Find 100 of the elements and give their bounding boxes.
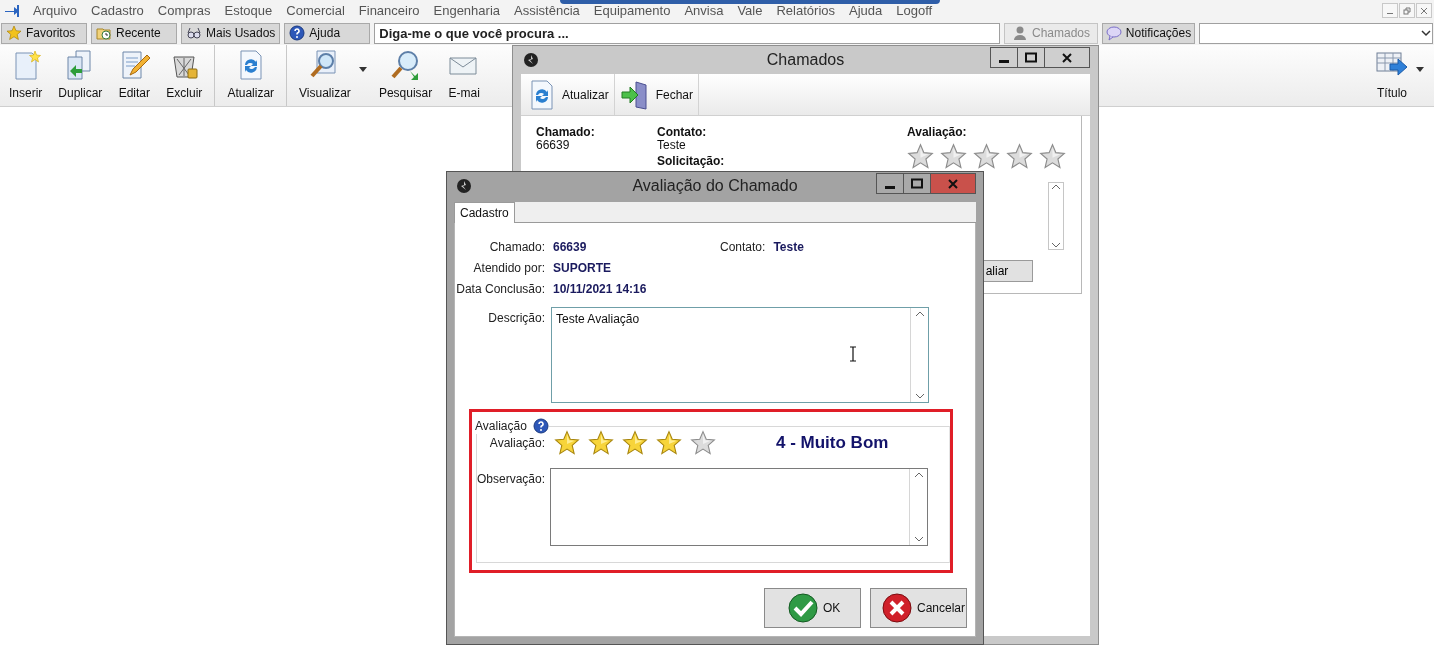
scroll-down-icon[interactable]: [913, 535, 924, 543]
toolbar-button[interactable]: Excluir: [158, 45, 211, 106]
speech-bubble-icon: [1105, 25, 1122, 41]
scroll-up-icon[interactable]: [913, 471, 924, 479]
field-label: Chamado:: [536, 126, 596, 139]
menu-item[interactable]: Comercial: [279, 3, 352, 18]
field-label: Atendido por:: [472, 260, 545, 275]
star-icon[interactable]: [1039, 143, 1066, 170]
minimize-icon: [885, 185, 895, 189]
quick-access-button[interactable]: Favoritos: [1, 22, 87, 44]
cross-icon: [881, 592, 913, 624]
field-value: 66639: [536, 139, 571, 152]
menu-item[interactable]: Engenharia: [426, 3, 507, 18]
clock-folder-icon: [96, 25, 112, 41]
check-icon: [787, 592, 819, 624]
menu-item[interactable]: Cadastro: [84, 3, 151, 18]
observation-field[interactable]: [550, 468, 928, 546]
star-rating[interactable]: [554, 430, 716, 456]
ok-button[interactable]: OK: [764, 588, 861, 628]
toolbar-button[interactable]: Editar: [110, 45, 159, 106]
description-field[interactable]: Teste Avaliação: [551, 307, 929, 403]
field-label: Contato:: [720, 239, 766, 254]
scroll-up-icon[interactable]: [914, 310, 925, 318]
help-icon: [289, 25, 306, 41]
close-button[interactable]: [930, 173, 976, 194]
minimize-icon: [999, 59, 1009, 63]
caret-icon[interactable]: [358, 67, 367, 73]
star-icon[interactable]: [588, 430, 614, 456]
menu-item[interactable]: Ajuda: [842, 3, 890, 18]
caret-icon: [1420, 27, 1432, 39]
field-label: Descrição:: [487, 310, 545, 327]
toolbar-button[interactable]: Visualizar: [286, 45, 371, 106]
toolbar-button[interactable]: E-mai: [440, 45, 489, 106]
star-icon[interactable]: [1006, 143, 1033, 170]
maximize-icon: [911, 177, 923, 190]
notifications-button[interactable]: Notificações: [1102, 22, 1195, 44]
field-value: Teste: [657, 139, 687, 152]
maximize-button[interactable]: [1017, 47, 1045, 68]
field-label: Chamado:: [488, 239, 545, 254]
maximize-button[interactable]: [903, 173, 931, 194]
field-label: Avaliação:: [907, 126, 968, 139]
star-icon[interactable]: [554, 430, 580, 456]
scroll-down-icon[interactable]: [1051, 241, 1061, 249]
close-icon: [1420, 6, 1428, 15]
text-cursor-icon: [849, 346, 857, 362]
menu-item[interactable]: Arquivo: [26, 3, 85, 18]
star-icon[interactable]: [973, 143, 1000, 170]
toolbar-button[interactable]: Fechar: [614, 74, 700, 115]
star-icon[interactable]: [690, 430, 716, 456]
menu-item[interactable]: Equipamento: [586, 3, 678, 18]
minimize-button[interactable]: [876, 173, 904, 194]
window-title: Chamados: [766, 51, 845, 68]
field-value: Teste: [773, 239, 804, 254]
menu-item[interactable]: Estoque: [217, 3, 280, 18]
scroll-down-icon[interactable]: [914, 392, 925, 400]
star-icon: [6, 25, 22, 41]
menu-item[interactable]: Anvisa: [677, 3, 731, 18]
app-logo-icon: [523, 52, 539, 68]
field-label: Contato:: [657, 126, 708, 139]
scroll-up-icon[interactable]: [1051, 183, 1061, 191]
arrow-icon[interactable]: [4, 3, 20, 18]
toolbar-button[interactable]: Duplicar: [50, 45, 111, 106]
quick-access-button[interactable]: Ajuda: [284, 22, 371, 44]
close-button[interactable]: [1044, 47, 1090, 68]
menu-item[interactable]: Compras: [150, 3, 218, 18]
toolbar-button[interactable]: Atualizar: [521, 74, 615, 115]
toolbar-button[interactable]: Inserir: [1, 45, 51, 106]
restore-icon: [1403, 6, 1411, 15]
quick-access-button[interactable]: Mais Usados: [181, 22, 281, 44]
scrollbar[interactable]: [1048, 182, 1064, 250]
close-icon: [947, 177, 959, 190]
minimize-button[interactable]: [990, 47, 1018, 68]
tab[interactable]: Cadastro: [454, 202, 515, 223]
menu-item[interactable]: Assistência: [507, 3, 587, 18]
restore-button[interactable]: [1399, 3, 1415, 18]
cancel-button[interactable]: Cancelar: [870, 588, 967, 628]
menu-item[interactable]: Financeiro: [351, 3, 427, 18]
menu-item[interactable]: Vale: [730, 3, 770, 18]
dropdown-field[interactable]: [1199, 22, 1433, 44]
quick-access-button[interactable]: Recente: [91, 22, 177, 44]
field-label: Avaliação:: [488, 436, 545, 450]
field-value: 66639: [553, 239, 588, 254]
window-title: Avaliação do Chamado: [632, 177, 798, 194]
star-icon[interactable]: [622, 430, 648, 456]
menu-item[interactable]: Logoff: [889, 3, 940, 18]
app-logo-icon: [456, 178, 472, 194]
toolbar-button[interactable]: Pesquisar: [370, 45, 441, 106]
field-label: Observação:: [477, 471, 545, 488]
star-icon[interactable]: [907, 143, 934, 170]
glasses-icon: [186, 25, 202, 41]
star-icon[interactable]: [940, 143, 967, 170]
close-icon: [1061, 51, 1073, 64]
toolbar-button[interactable]: Atualizar: [214, 45, 283, 106]
caret-icon[interactable]: [1416, 67, 1424, 73]
menu-item[interactable]: Relatórios: [769, 3, 842, 18]
field-label: Solicitação:: [657, 155, 726, 168]
search-field[interactable]: Diga-me o que você procura ...: [374, 22, 1000, 44]
star-icon[interactable]: [656, 430, 682, 456]
star-rating[interactable]: [907, 143, 1066, 170]
toolbar-button[interactable]: Título: [1368, 45, 1428, 106]
